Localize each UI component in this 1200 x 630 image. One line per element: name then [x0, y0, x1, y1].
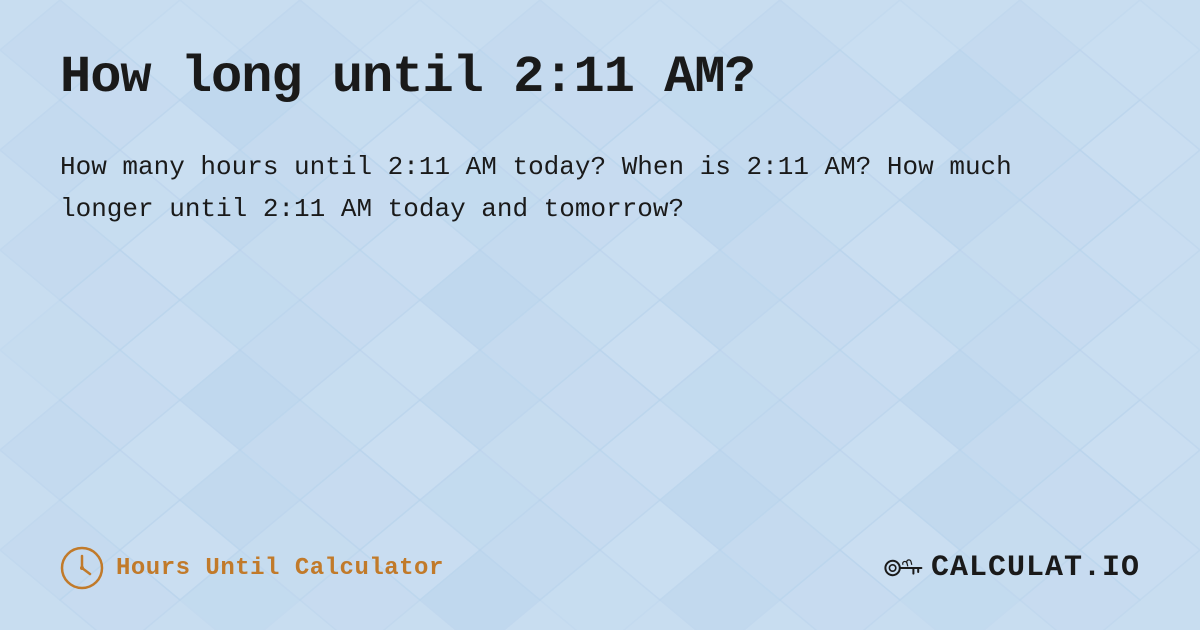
page-description: How many hours until 2:11 AM today? When… [60, 147, 1120, 230]
logo-text: CALCULAT.IO [931, 551, 1140, 585]
clock-icon [60, 546, 104, 590]
footer-brand-section: Hours Until Calculator [60, 546, 444, 590]
footer: Hours Until Calculator CALCULAT.IO [60, 546, 1140, 590]
key-icon [883, 548, 923, 588]
footer-logo-section: CALCULAT.IO [883, 548, 1140, 588]
page-title: How long until 2:11 AM? [60, 48, 1140, 107]
footer-brand-label: Hours Until Calculator [116, 555, 444, 582]
